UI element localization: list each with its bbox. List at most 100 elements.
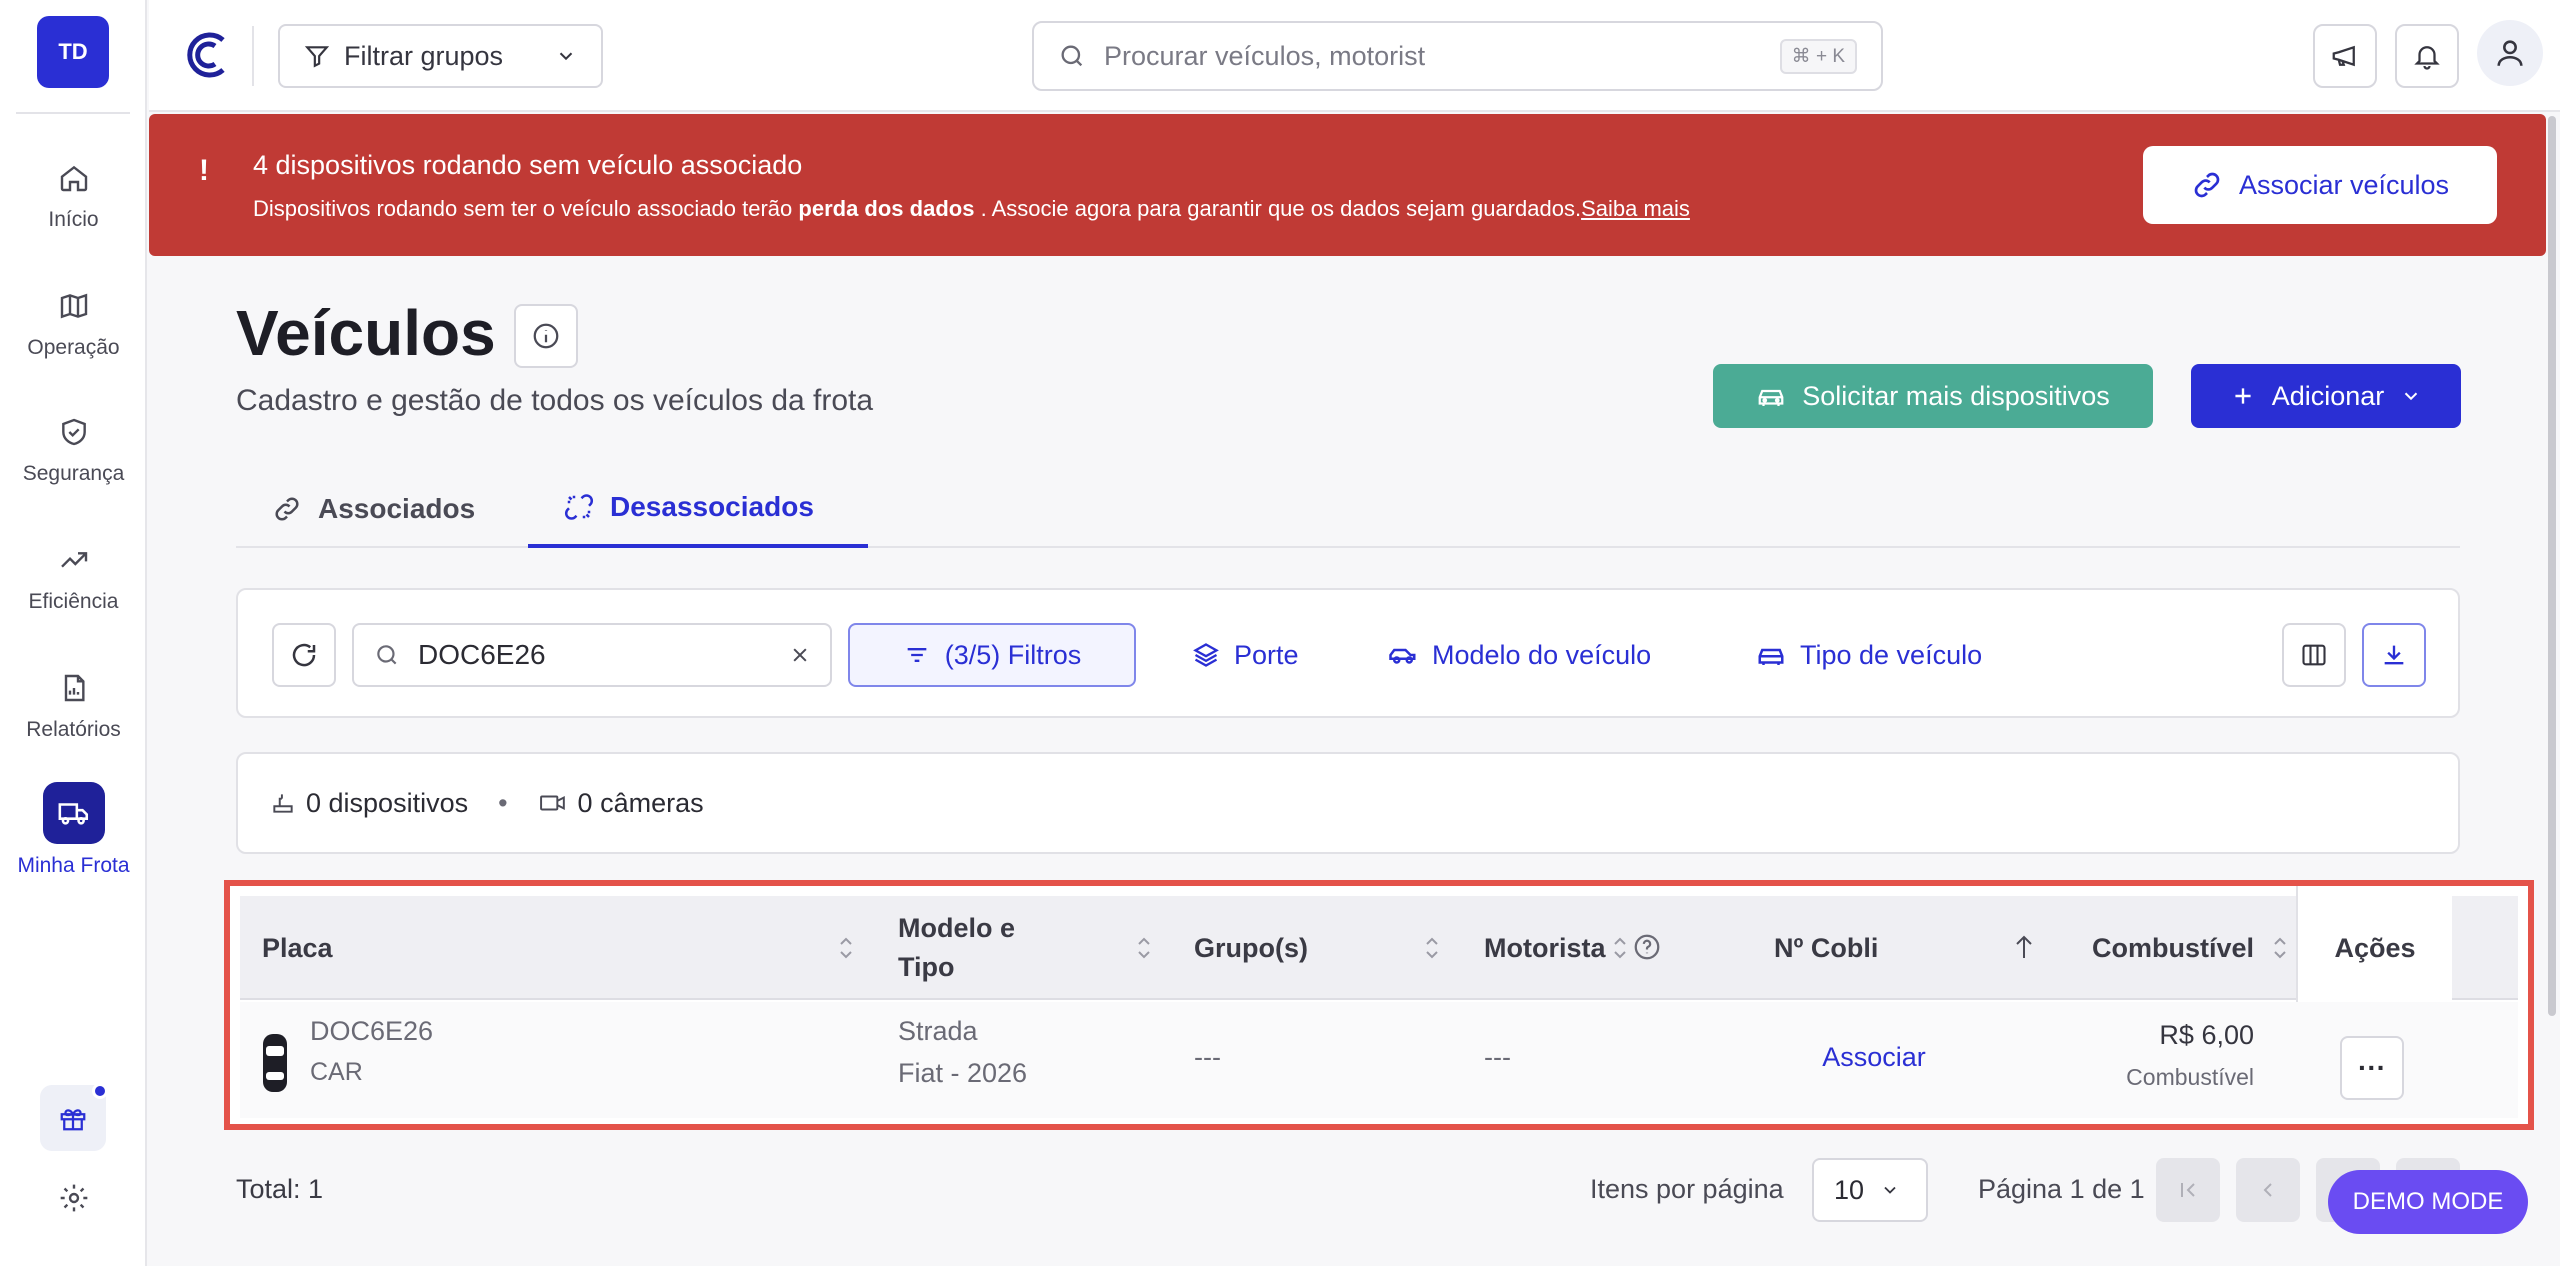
tab-label: Associados — [318, 493, 476, 524]
tab-associados[interactable]: Associados — [272, 470, 475, 548]
fuel-price: R$ 6,00 — [2159, 1020, 2254, 1050]
gear-icon — [60, 1184, 88, 1212]
first-page-button[interactable] — [2156, 1158, 2220, 1222]
filter-bar: DOC6E26 (3/5) Filtros Porte Modelo do ve… — [236, 588, 2460, 718]
truck-icon — [42, 782, 105, 844]
download-icon — [2384, 645, 2404, 665]
gift-button[interactable] — [40, 1083, 108, 1151]
car-icon — [1758, 648, 1784, 665]
user-icon — [2497, 40, 2523, 66]
request-devices-button[interactable]: Solicitar mais dispositivos — [1713, 364, 2153, 428]
sidebar-item-seguranca[interactable]: Segurança — [0, 410, 147, 486]
fuel-label: Combustível — [2126, 1064, 2254, 1090]
table-row[interactable]: DOC6E26 CAR Strada Fiat - 2026 --- --- A… — [240, 1002, 2518, 1118]
account-avatar[interactable]: TD — [37, 16, 109, 88]
topbar: Filtrar grupos Procurar veículos, motori… — [149, 0, 2560, 112]
group-filter-dropdown[interactable]: Filtrar grupos — [278, 24, 603, 88]
request-devices-label: Solicitar mais dispositivos — [1802, 380, 2110, 411]
devices-summary: 0 dispositivos • 0 câmeras — [236, 752, 2460, 854]
filter-chip-tipo[interactable]: Tipo de veículo — [1756, 623, 1982, 687]
refresh-button[interactable] — [272, 623, 336, 687]
sort-icon[interactable] — [1134, 934, 1154, 962]
unlink-icon — [564, 494, 594, 520]
add-button-label: Adicionar — [2271, 380, 2385, 411]
chevron-down-icon — [559, 52, 573, 61]
sidebar-item-label: Segurança — [22, 462, 125, 485]
page-info-button[interactable] — [514, 304, 578, 368]
add-button[interactable]: Adicionar — [2191, 364, 2461, 428]
camera-icon — [539, 795, 565, 811]
columns-button[interactable] — [2282, 623, 2346, 687]
filter-chip-porte[interactable]: Porte — [1192, 623, 1299, 687]
associate-cobli-link[interactable]: Associar — [1774, 1042, 1974, 1073]
vehicle-search-input[interactable]: DOC6E26 — [352, 623, 832, 687]
car-icon — [1758, 389, 1784, 406]
cobli-logo[interactable] — [181, 28, 231, 82]
filters-button[interactable]: (3/5) Filtros — [848, 623, 1136, 687]
download-button[interactable] — [2362, 623, 2426, 687]
column-header-cobli[interactable]: Nº Cobli — [1774, 896, 1878, 1000]
vehicle-type: CAR — [310, 1058, 363, 1086]
home-icon — [52, 156, 96, 200]
chevron-down-icon — [1884, 1186, 1896, 1194]
vehicle-groups: --- — [1194, 1042, 1221, 1072]
sidebar-item-relatorios[interactable]: Relatórios — [0, 666, 147, 742]
search-icon — [1061, 45, 1083, 67]
group-filter-label: Filtrar grupos — [344, 40, 504, 71]
plus-icon — [2235, 388, 2251, 404]
column-header-modelo[interactable]: Modelo e Tipo — [898, 896, 1015, 1000]
settings-button[interactable] — [52, 1176, 96, 1220]
map-icon — [52, 284, 96, 328]
announcements-button[interactable] — [2313, 24, 2377, 88]
items-per-page-select[interactable]: 10 — [1812, 1158, 1928, 1222]
sort-asc-icon[interactable] — [2012, 932, 2036, 962]
sidebar-item-eficiencia[interactable]: Eficiência — [0, 538, 147, 614]
learn-more-link[interactable]: Saiba mais — [1581, 196, 1690, 221]
sort-icon[interactable] — [2270, 934, 2290, 962]
filter-chip-label: Modelo do veículo — [1432, 639, 1652, 670]
notifications-button[interactable] — [2395, 24, 2459, 88]
chevron-left-icon — [2263, 1183, 2272, 1197]
previous-page-button[interactable] — [2236, 1158, 2300, 1222]
column-header-grupos[interactable]: Grupo(s) — [1194, 896, 1308, 1000]
gift-icon — [60, 1109, 86, 1131]
sort-icon[interactable] — [1610, 934, 1630, 962]
sidebar-item-label: Relatórios — [26, 718, 121, 741]
filters-button-label: (3/5) Filtros — [944, 639, 1082, 670]
sidebar-item-label: Minha Frota — [17, 854, 130, 877]
help-icon[interactable] — [1632, 932, 1662, 962]
column-header-placa[interactable]: Placa — [262, 896, 333, 1000]
demo-mode-badge[interactable]: DEMO MODE — [2328, 1170, 2528, 1234]
megaphone-icon — [2332, 45, 2355, 67]
clear-icon[interactable] — [790, 645, 810, 665]
vehicle-plate[interactable]: DOC6E26 — [310, 1016, 433, 1047]
unassociated-devices-alert: ! 4 dispositivos rodando sem veículo ass… — [149, 114, 2546, 256]
associate-vehicles-button[interactable]: Associar veículos — [2143, 146, 2497, 224]
link-icon — [2194, 172, 2220, 198]
search-placeholder: Procurar veículos, motorist — [1104, 40, 1426, 71]
sidebar-divider — [16, 112, 130, 114]
tab-desassociados[interactable]: Desassociados — [528, 470, 868, 548]
search-icon — [377, 645, 397, 665]
info-icon — [533, 323, 559, 349]
sort-icon[interactable] — [1422, 934, 1442, 962]
sidebar-item-inicio[interactable]: Início — [0, 156, 147, 232]
sidebar-item-minha-frota[interactable]: Minha Frota — [0, 782, 147, 878]
associate-vehicles-label: Associar veículos — [2238, 169, 2450, 200]
sidebar-item-operacao[interactable]: Operação — [0, 284, 147, 360]
filter-chip-label: Tipo de veículo — [1800, 639, 1983, 670]
filter-chip-modelo[interactable]: Modelo do veículo — [1388, 623, 1651, 687]
link-icon — [275, 497, 299, 521]
car-top-view-icon — [263, 1034, 287, 1092]
column-header-combustivel[interactable]: Combustível — [2040, 896, 2254, 1000]
column-header-motorista[interactable]: Motorista — [1484, 896, 1606, 1000]
global-search-input[interactable]: Procurar veículos, motorist ⌘ + K — [1032, 21, 1883, 91]
row-actions-button[interactable]: ··· — [2340, 1036, 2404, 1100]
search-shortcut-hint: ⌘ + K — [1779, 38, 1857, 74]
vehicle-driver: --- — [1484, 1042, 1511, 1072]
user-profile-button[interactable] — [2477, 20, 2543, 86]
alert-title: 4 dispositivos rodando sem veículo assoc… — [253, 150, 803, 180]
page-scrollbar[interactable] — [2548, 116, 2556, 1016]
sidebar: TD Início Operação Segurança Eficiência … — [0, 0, 147, 1266]
sort-icon[interactable] — [836, 934, 856, 962]
